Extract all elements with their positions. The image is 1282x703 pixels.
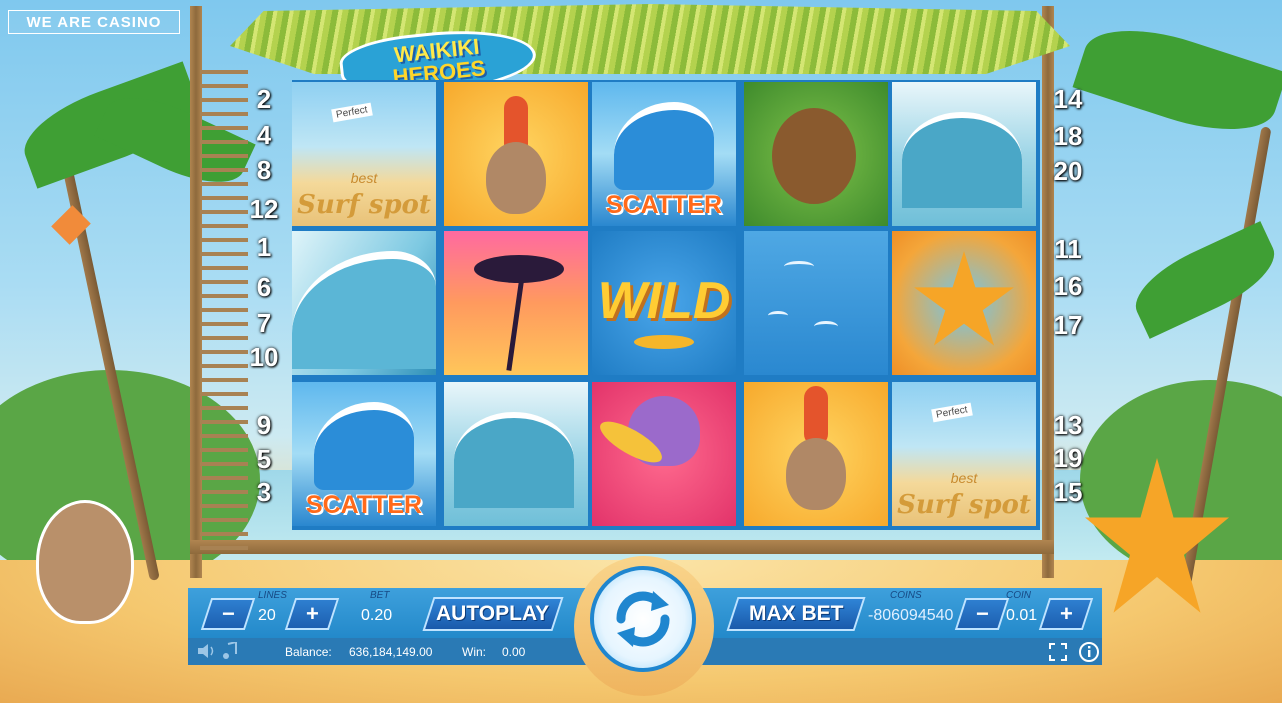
plus-icon: + (1059, 601, 1073, 626)
balance-value: 636,184,149.00 (349, 645, 433, 659)
payline-number[interactable]: 9 (244, 410, 284, 441)
fullscreen-icon[interactable] (1048, 642, 1068, 662)
reel-grid: Perfect best Surf spot SCATTER WILD SCAT… (292, 80, 1040, 530)
surfboard-icon (634, 335, 694, 349)
wave-icon (314, 402, 414, 490)
payline-number[interactable]: 18 (1048, 121, 1088, 152)
seagull-icon (814, 321, 838, 332)
payline-number[interactable]: 20 (1048, 156, 1088, 187)
payline-number[interactable]: 4 (244, 120, 284, 151)
seagull-icon (768, 311, 788, 320)
reel-symbol-wild: WILD (592, 231, 736, 375)
autoplay-label: AUTOPLAY (436, 602, 550, 625)
coins-value: -806094540 (868, 607, 954, 624)
reel-symbol-octopus (592, 382, 736, 526)
payline-number[interactable]: 5 (244, 444, 284, 475)
payline-number[interactable]: 19 (1048, 443, 1088, 474)
payline-number[interactable]: 10 (244, 342, 284, 373)
symbol-text: WILD (597, 272, 731, 330)
reel-symbol-coconut (744, 82, 888, 226)
payline-number[interactable]: 3 (244, 477, 284, 508)
coin-caption: COIN (1006, 590, 1031, 601)
seagull-icon (784, 261, 814, 272)
reel-symbol-egg-chick (444, 82, 588, 226)
casino-logo: WE ARE CASINO (8, 10, 180, 34)
symbol-subtext: best (350, 170, 378, 186)
egg-chick-character (36, 500, 134, 624)
coins-caption: COINS (890, 590, 922, 601)
reel-symbol-starfish (892, 231, 1036, 375)
wave-icon (292, 251, 436, 369)
payline-number[interactable]: 13 (1048, 410, 1088, 441)
lines-value: 20 (258, 607, 276, 624)
symbol-text: SCATTER (305, 491, 423, 519)
reel-symbol-surfer-wave (444, 382, 588, 526)
coconut-icon (772, 108, 856, 204)
symbol-text: Surf spot (897, 490, 1031, 520)
starfish-icon (914, 251, 1014, 346)
sound-icon[interactable] (196, 642, 216, 660)
payline-number[interactable]: 1 (244, 232, 284, 263)
egg-chick-icon (786, 438, 846, 510)
wave-icon (454, 412, 574, 508)
win-label: Win: (462, 645, 486, 659)
frame-ladder (200, 70, 248, 550)
wave-icon (614, 102, 714, 190)
payline-number[interactable]: 7 (244, 308, 284, 339)
perfect-sign: Perfect (331, 102, 373, 123)
balance-label: Balance: (285, 645, 332, 659)
palm-leaves-icon (474, 255, 564, 283)
win-value: 0.00 (502, 645, 526, 659)
reel-symbol-scatter: SCATTER (592, 82, 736, 226)
minus-icon: − (221, 601, 235, 626)
egg-chick-icon (486, 142, 546, 214)
reel-symbol-egg-chick (744, 382, 888, 526)
payline-number[interactable]: 14 (1048, 84, 1088, 115)
payline-number[interactable]: 15 (1048, 477, 1088, 508)
symbol-text: Surf spot (297, 190, 431, 220)
wave-icon (902, 112, 1022, 208)
reel-symbol-surf-spot: Perfect best Surf spot (292, 82, 436, 226)
reel-symbol-seagulls (744, 231, 888, 375)
payline-number[interactable]: 17 (1048, 310, 1088, 341)
autoplay-button[interactable]: AUTOPLAY (422, 597, 564, 631)
surfboard-icon (804, 386, 828, 446)
lines-caption: LINES (258, 590, 287, 601)
reel-symbol-palm-sunset (444, 231, 588, 375)
palm-leaf-right-2 (1124, 221, 1282, 339)
reel-symbol-big-wave (292, 231, 436, 375)
payline-number[interactable]: 16 (1048, 271, 1088, 302)
info-icon[interactable] (1078, 641, 1100, 663)
payline-number[interactable]: 11 (1048, 234, 1088, 265)
bet-caption: BET (370, 590, 390, 601)
reel-symbol-scatter: SCATTER (292, 382, 436, 526)
spin-button[interactable] (590, 566, 696, 672)
bet-value: 0.20 (361, 607, 393, 624)
max-bet-label: MAX BET (748, 602, 844, 625)
payline-number[interactable]: 2 (244, 84, 284, 115)
plus-icon: + (305, 601, 319, 626)
music-icon[interactable] (222, 642, 238, 660)
max-bet-button[interactable]: MAX BET (726, 597, 866, 631)
symbol-subtext: best (950, 470, 978, 486)
payline-number[interactable]: 6 (244, 272, 284, 303)
palm-leaf-right (1072, 11, 1282, 149)
frame-rail-bottom (190, 540, 1054, 554)
reel-symbol-surf-spot: Perfect best Surf spot (892, 382, 1036, 526)
symbol-text: SCATTER (605, 191, 723, 219)
spin-icon (616, 591, 670, 647)
reel-symbol-surfer-wave (892, 82, 1036, 226)
coin-value: 0.01 (1006, 607, 1038, 624)
payline-number[interactable]: 12 (244, 194, 284, 225)
minus-icon: − (975, 601, 989, 626)
perfect-sign: Perfect (931, 402, 973, 423)
payline-number[interactable]: 8 (244, 155, 284, 186)
